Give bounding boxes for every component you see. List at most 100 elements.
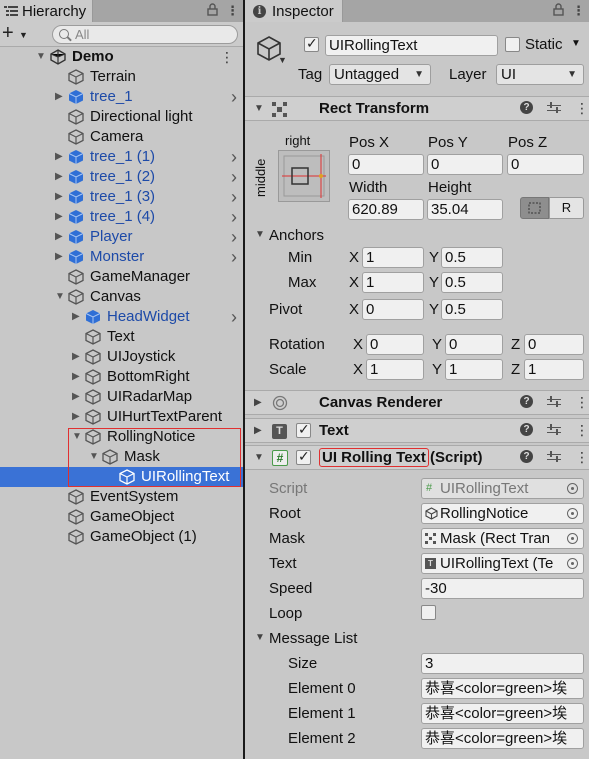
add-icon[interactable]: +	[2, 23, 14, 43]
pos-z-field[interactable]: 0	[507, 154, 584, 175]
collapse-arrow-icon[interactable]: ▼	[254, 103, 264, 114]
hierarchy-item[interactable]: ▶ tree_1 (4) ›	[0, 207, 243, 227]
hierarchy-item[interactable]: EventSystem	[0, 487, 243, 507]
hierarchy-item[interactable]: ▶ tree_1 (1) ›	[0, 147, 243, 167]
speed-field[interactable]: -30	[421, 578, 584, 599]
loop-checkbox[interactable]	[421, 605, 436, 620]
object-picker-icon[interactable]	[567, 558, 578, 569]
expand-arrow-icon[interactable]: ▶	[55, 227, 63, 247]
root-field[interactable]: RollingNotice	[421, 503, 584, 524]
text-field[interactable]: T UIRollingText (Te	[421, 553, 584, 574]
expand-arrow-icon[interactable]: ▶	[55, 167, 63, 187]
expand-arrow-icon[interactable]: ▶	[55, 187, 63, 207]
size-field[interactable]: 3	[421, 653, 584, 674]
blueprint-mode-button[interactable]	[520, 197, 549, 219]
hierarchy-item[interactable]: ▶ Monster ›	[0, 247, 243, 267]
rotation-y-field[interactable]: 0	[445, 334, 503, 355]
hierarchy-item[interactable]: ▼ Canvas	[0, 287, 243, 307]
hierarchy-item[interactable]: ▶ Player ›	[0, 227, 243, 247]
help-icon[interactable]: ?	[520, 423, 533, 436]
anchors-expand-arrow-icon[interactable]: ▼	[255, 229, 265, 240]
hierarchy-item[interactable]: Camera	[0, 127, 243, 147]
element-2-field[interactable]: 恭喜<color=green>埃	[421, 728, 584, 749]
scale-y-field[interactable]: 1	[445, 359, 503, 380]
anchor-min-x-field[interactable]: 1	[362, 247, 424, 268]
pivot-x-field[interactable]: 0	[362, 299, 424, 320]
hierarchy-tab[interactable]: Hierarchy	[0, 0, 94, 22]
script-enabled-checkbox[interactable]	[296, 448, 311, 465]
text-enabled-checkbox[interactable]	[296, 421, 311, 438]
inspector-tab[interactable]: i Inspector	[245, 0, 343, 22]
scale-x-field[interactable]: 1	[366, 359, 424, 380]
hierarchy-item[interactable]: ▶ tree_1 (2) ›	[0, 167, 243, 187]
hierarchy-item[interactable]: ▶ UIRadarMap	[0, 387, 243, 407]
prefab-open-chevron-icon[interactable]: ›	[231, 87, 237, 107]
component-menu-icon[interactable]: ⋮	[575, 101, 589, 115]
rotation-x-field[interactable]: 0	[366, 334, 424, 355]
hierarchy-item[interactable]: ▶ UIJoystick	[0, 347, 243, 367]
prefab-open-chevron-icon[interactable]: ›	[231, 187, 237, 207]
lock-icon[interactable]	[207, 3, 218, 16]
width-field[interactable]: 620.89	[348, 199, 424, 220]
static-checkbox[interactable]	[505, 37, 520, 52]
object-name-field[interactable]: UIRollingText	[325, 35, 498, 56]
expand-arrow-icon[interactable]: ▶	[72, 387, 80, 407]
prefab-open-chevron-icon[interactable]: ›	[231, 307, 237, 327]
expand-arrow-icon[interactable]: ▶	[55, 87, 63, 107]
prefab-open-chevron-icon[interactable]: ›	[231, 207, 237, 227]
scene-menu-icon[interactable]: ⋮	[220, 47, 234, 67]
prefab-open-chevron-icon[interactable]: ›	[231, 147, 237, 167]
expand-arrow-icon[interactable]: ▶	[254, 397, 262, 408]
rotation-z-field[interactable]: 0	[524, 334, 584, 355]
presets-icon[interactable]	[547, 450, 561, 463]
component-menu-icon[interactable]: ⋮	[575, 450, 589, 464]
mask-field[interactable]: Mask (Rect Tran	[421, 528, 584, 549]
hierarchy-item[interactable]: ▶ BottomRight	[0, 367, 243, 387]
component-menu-icon[interactable]: ⋮	[575, 423, 589, 437]
expand-arrow-icon[interactable]: ▶	[72, 347, 80, 367]
hierarchy-item[interactable]: GameObject	[0, 507, 243, 527]
hierarchy-item[interactable]: Directional light	[0, 107, 243, 127]
anchor-preset-button[interactable]	[278, 150, 330, 202]
expand-arrow-icon[interactable]: ▼	[36, 47, 46, 67]
active-checkbox[interactable]	[304, 35, 319, 52]
scene-row[interactable]: ▼ Demo ⋮	[0, 47, 243, 67]
help-icon[interactable]: ?	[520, 395, 533, 408]
component-menu-icon[interactable]: ⋮	[575, 395, 589, 409]
tag-dropdown[interactable]: Untagged ▼	[329, 64, 431, 85]
hierarchy-item[interactable]: Terrain	[0, 67, 243, 87]
scale-z-field[interactable]: 1	[524, 359, 584, 380]
message-list-expand-arrow-icon[interactable]: ▼	[255, 632, 265, 643]
hierarchy-item[interactable]: Text	[0, 327, 243, 347]
prefab-open-chevron-icon[interactable]: ›	[231, 167, 237, 187]
object-picker-icon[interactable]	[567, 508, 578, 519]
presets-icon[interactable]	[547, 101, 561, 114]
expand-arrow-icon[interactable]: ▶	[55, 207, 63, 227]
help-icon[interactable]: ?	[520, 101, 533, 114]
text-component-header[interactable]: ▶ T Text ? ⋮	[245, 418, 589, 443]
anchor-max-y-field[interactable]: 0.5	[441, 272, 503, 293]
icon-dropdown-arrow-icon[interactable]: ▼	[278, 55, 287, 65]
panel-menu-icon[interactable]: ⋮	[572, 3, 585, 19]
presets-icon[interactable]	[547, 395, 561, 408]
object-picker-icon[interactable]	[567, 533, 578, 544]
presets-icon[interactable]	[547, 423, 561, 436]
static-dropdown-arrow-icon[interactable]: ▼	[571, 38, 581, 49]
hierarchy-item[interactable]: ▶ tree_1 ›	[0, 87, 243, 107]
rolling-text-script-header[interactable]: ▼ # UI Rolling Text (Script) ? ⋮	[245, 445, 589, 470]
rect-transform-header[interactable]: ▼ Rect Transform ? ⋮	[245, 96, 589, 121]
hierarchy-item[interactable]: GameObject (1)	[0, 527, 243, 547]
pos-x-field[interactable]: 0	[348, 154, 424, 175]
help-icon[interactable]: ?	[520, 450, 533, 463]
add-dropdown-arrow-icon[interactable]: ▼	[19, 30, 28, 40]
hierarchy-item[interactable]: ▶ HeadWidget ›	[0, 307, 243, 327]
prefab-open-chevron-icon[interactable]: ›	[231, 227, 237, 247]
expand-arrow-icon[interactable]: ▶	[72, 307, 80, 327]
expand-arrow-icon[interactable]: ▶	[72, 407, 80, 427]
hierarchy-search-input[interactable]: All	[52, 25, 238, 44]
expand-arrow-icon[interactable]: ▶	[72, 367, 80, 387]
layer-dropdown[interactable]: UI ▼	[496, 64, 584, 85]
element-1-field[interactable]: 恭喜<color=green>埃	[421, 703, 584, 724]
collapse-arrow-icon[interactable]: ▼	[254, 452, 264, 463]
pos-y-field[interactable]: 0	[427, 154, 503, 175]
